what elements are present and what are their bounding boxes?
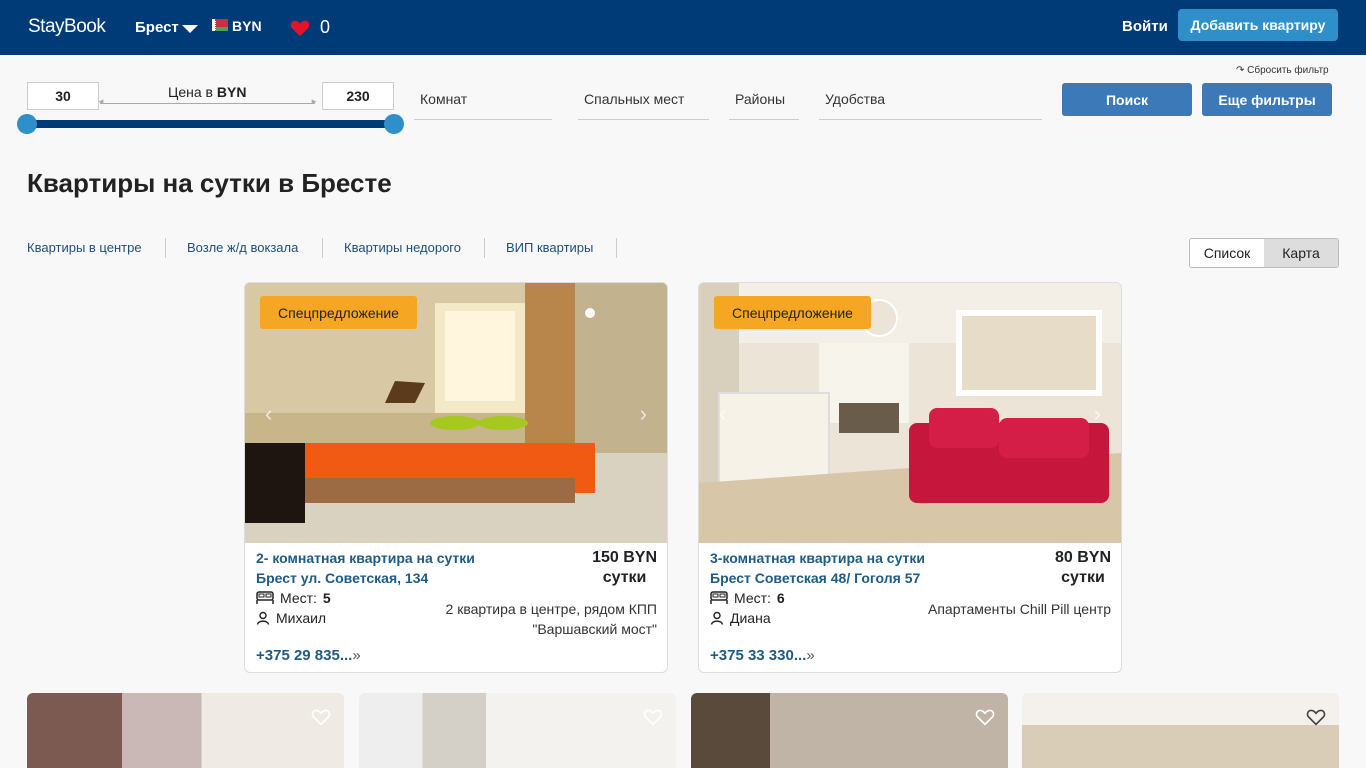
view-list-button[interactable]: Список xyxy=(1190,239,1264,267)
chevron-right-icon[interactable]: › xyxy=(1094,401,1101,427)
listing-address[interactable]: Брест ул. Советская, 134 xyxy=(256,570,428,586)
listing-owner: Михаил xyxy=(256,610,326,626)
bed-icon xyxy=(256,591,274,604)
price-label-prefix: Цена в xyxy=(168,84,217,100)
listing-title[interactable]: 3-комнатная квартира на сутки xyxy=(710,550,925,566)
currency-selector[interactable]: BYN xyxy=(232,18,262,34)
seats-count: 5 xyxy=(322,590,331,606)
chevron-left-icon[interactable]: ‹ xyxy=(719,401,726,427)
view-toggle: Список Карта xyxy=(1189,238,1339,268)
city-selector[interactable]: Брест xyxy=(135,19,179,36)
price-slider-track[interactable] xyxy=(27,120,394,128)
add-apartment-button[interactable]: Добавить квартиру xyxy=(1178,9,1338,41)
page-title: Квартиры на сутки в Бресте xyxy=(27,168,392,198)
seats-label: Мест: xyxy=(280,590,317,606)
heart-outline-icon[interactable] xyxy=(643,708,663,726)
seats-label: Мест: xyxy=(734,590,771,606)
listing-photo[interactable]: Спецпредложение ‹ › xyxy=(699,283,1121,543)
rooms-filter[interactable]: Комнат xyxy=(414,80,552,120)
logo[interactable]: StayBook xyxy=(28,16,106,38)
special-offer-badge: Спецпредложение xyxy=(714,296,871,329)
description-line: 2 квартира в центре, рядом КПП xyxy=(445,601,657,617)
divider xyxy=(165,238,166,258)
price-label-currency: BYN xyxy=(216,84,247,100)
listing-owner: Диана xyxy=(710,610,771,626)
listing-description: 2 квартира в центре, рядом КПП "Варшавск… xyxy=(417,599,657,639)
quick-link-station[interactable]: Возле ж/д вокзала xyxy=(187,240,298,255)
show-phone-icon[interactable]: » xyxy=(352,647,360,664)
heart-outline-icon[interactable] xyxy=(975,708,995,726)
quick-link-cheap[interactable]: Квартиры недорого xyxy=(344,240,461,255)
amenities-filter[interactable]: Удобства xyxy=(819,80,1042,120)
login-link[interactable]: Войти xyxy=(1122,18,1168,35)
price-value: 80 BYN xyxy=(1054,549,1111,566)
reset-filter-link[interactable]: ↷ Сбросить фильтр xyxy=(1236,65,1329,76)
heart-icon[interactable] xyxy=(290,19,310,37)
listing-price: 150 BYN сутки xyxy=(592,548,657,588)
search-button[interactable]: Поиск xyxy=(1062,83,1192,116)
owner-name: Михаил xyxy=(276,610,327,626)
bed-icon xyxy=(710,591,728,604)
listing-photo[interactable]: Спецпредложение ‹ › xyxy=(245,283,667,543)
favorites-count[interactable]: 0 xyxy=(320,17,330,38)
price-unit: сутки xyxy=(1061,569,1105,586)
listing-thumbnail[interactable] xyxy=(359,693,676,768)
description-line: "Варшавский мост" xyxy=(532,621,657,637)
listing-price: 80 BYN сутки xyxy=(1055,548,1111,588)
listing-card[interactable]: Спецпредложение ‹ › 3-комнатная квартира… xyxy=(698,282,1122,673)
belarus-flag-icon xyxy=(212,19,228,31)
phone-number[interactable]: +375 33 330... xyxy=(710,647,806,664)
quick-link-vip[interactable]: ВИП квартиры xyxy=(506,240,593,255)
price-slider-min-handle[interactable] xyxy=(17,114,37,134)
divider xyxy=(484,238,485,258)
phone-number[interactable]: +375 29 835... xyxy=(256,647,352,664)
listing-phone[interactable]: +375 33 330...» xyxy=(710,647,815,664)
listing-thumbnail[interactable] xyxy=(27,693,344,768)
user-icon xyxy=(256,611,270,625)
listing-phone[interactable]: +375 29 835...» xyxy=(256,647,361,664)
price-slider-max-handle[interactable] xyxy=(384,114,404,134)
owner-name: Диана xyxy=(730,610,771,626)
quick-link-center[interactable]: Квартиры в центре xyxy=(27,240,142,255)
listing-seats: Мест: 6 xyxy=(710,590,785,606)
price-unit: сутки xyxy=(602,569,647,586)
listing-thumbnail[interactable] xyxy=(1022,693,1339,768)
price-value: 150 BYN xyxy=(592,549,657,566)
special-offer-badge: Спецпредложение xyxy=(260,296,417,329)
price-max-input[interactable]: 230 xyxy=(322,82,394,110)
more-filters-button[interactable]: Еще фильтры xyxy=(1202,83,1332,116)
chevron-down-icon[interactable] xyxy=(182,25,198,33)
description-line: Апартаменты Chill Pill центр xyxy=(928,601,1111,617)
listing-seats: Мест: 5 xyxy=(256,590,331,606)
view-map-button[interactable]: Карта xyxy=(1264,239,1338,267)
beds-filter[interactable]: Спальных мест xyxy=(578,80,709,120)
listing-title[interactable]: 2- комнатная квартира на сутки xyxy=(256,550,475,566)
heart-outline-icon[interactable] xyxy=(311,708,331,726)
price-label: Цена в BYN xyxy=(168,84,246,100)
price-min-input[interactable]: 30 xyxy=(27,82,99,110)
top-header: StayBook Брест BYN 0 Войти Добавить квар… xyxy=(0,0,1366,55)
chevron-right-icon[interactable]: › xyxy=(640,401,647,427)
seats-count: 6 xyxy=(776,590,785,606)
show-phone-icon[interactable]: » xyxy=(806,647,814,664)
districts-filter[interactable]: Районы xyxy=(729,80,799,120)
listing-address[interactable]: Брест Советская 48/ Гоголя 57 xyxy=(710,570,920,586)
user-icon xyxy=(710,611,724,625)
divider xyxy=(322,238,323,258)
listing-thumbnail[interactable] xyxy=(691,693,1008,768)
chevron-left-icon[interactable]: ‹ xyxy=(265,401,272,427)
heart-outline-icon[interactable] xyxy=(1306,708,1326,726)
listing-description: Апартаменты Chill Pill центр xyxy=(871,599,1111,619)
price-range-arrow xyxy=(97,97,318,106)
listing-card[interactable]: Спецпредложение ‹ › 2- комнатная квартир… xyxy=(244,282,668,673)
divider xyxy=(616,238,617,258)
